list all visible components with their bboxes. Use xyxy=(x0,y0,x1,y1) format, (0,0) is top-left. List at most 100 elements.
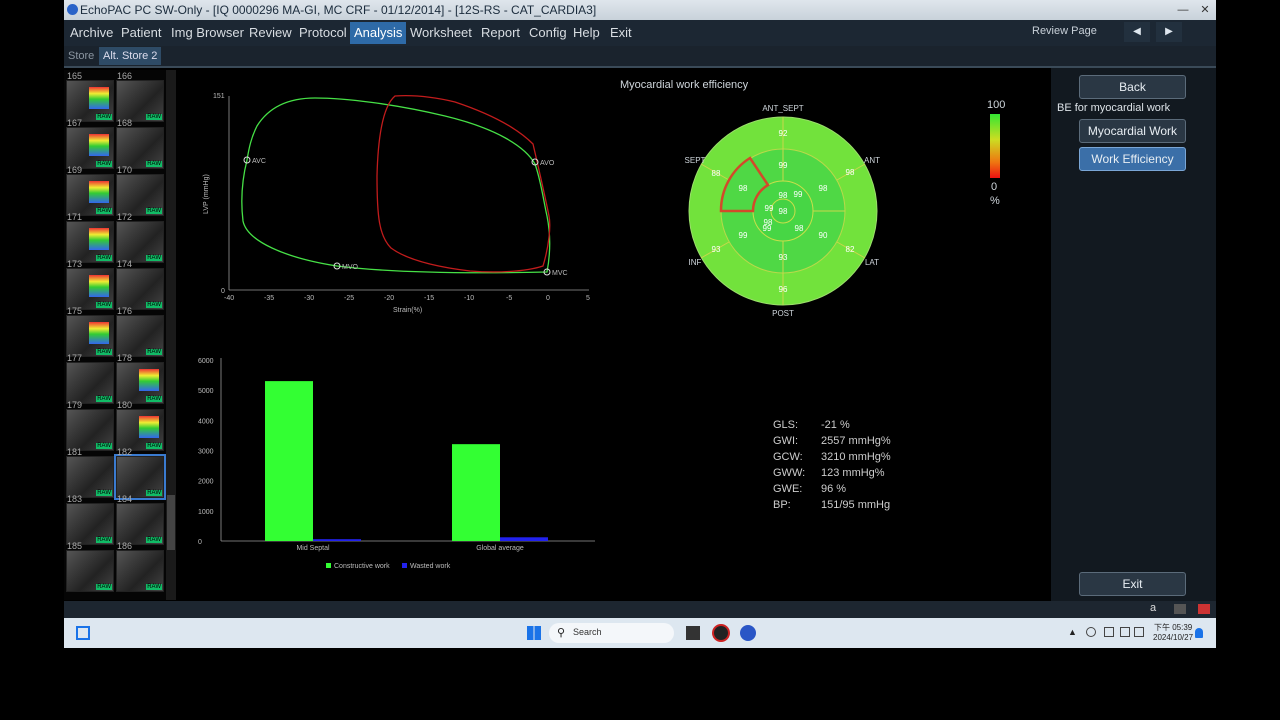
thumbnail-number: 185 xyxy=(67,541,83,551)
thumbnail[interactable]: 172 RAW xyxy=(116,212,164,263)
windows-taskbar: ⚲ Search ▲ 下午 05:39 2024/10/27 xyxy=(64,618,1216,648)
work-efficiency-button[interactable]: Work Efficiency xyxy=(1079,147,1186,171)
taskbar-search[interactable]: ⚲ Search xyxy=(549,623,674,643)
menu-config[interactable]: Config xyxy=(525,22,571,44)
menu-exit[interactable]: Exit xyxy=(606,22,636,44)
stat-label: GLS: xyxy=(773,419,799,431)
battery-icon[interactable] xyxy=(1134,627,1144,637)
raw-badge: RAW xyxy=(146,537,162,543)
segment-value: 98 xyxy=(795,224,804,233)
thumbnail-number: 179 xyxy=(67,400,83,410)
thumbnail-number: 168 xyxy=(117,118,133,128)
bar-y-tick-label: 6000 xyxy=(198,358,214,365)
work-bar-chart: 0 1000 2000 3000 4000 5000 6000 Mid Septal Glob… xyxy=(198,358,595,570)
menu-patient[interactable]: Patient xyxy=(117,22,165,44)
global-stats: GLS: -21 % GWI: 2557 mmHg% GCW: 3210 mmH… xyxy=(773,419,933,519)
bar-category-label: Global average xyxy=(476,545,524,552)
label-inf: INF xyxy=(689,258,702,267)
alt-store-button[interactable]: Alt. Store 2 xyxy=(99,47,162,65)
segment-value: 82 xyxy=(846,245,855,254)
myocardial-work-button[interactable]: Myocardial Work xyxy=(1079,119,1186,143)
pen-icon[interactable] xyxy=(1174,604,1186,614)
thumbnail[interactable]: 181 RAW xyxy=(66,447,114,498)
minimize-icon[interactable]: — xyxy=(1176,3,1190,17)
stat-label: GWW: xyxy=(773,467,806,479)
thumbnail[interactable]: 173 RAW xyxy=(66,259,114,310)
exit-button[interactable]: Exit xyxy=(1079,572,1186,596)
x-tick-label: -20 xyxy=(384,295,394,302)
back-button[interactable]: Back xyxy=(1079,75,1186,99)
language-icon[interactable] xyxy=(1120,627,1130,637)
chevron-up-icon[interactable]: ▲ xyxy=(1068,627,1077,637)
menu-report[interactable]: Report xyxy=(477,22,524,44)
bar-y-tick-label: 2000 xyxy=(198,479,214,486)
file-explorer-icon[interactable] xyxy=(686,626,700,640)
thumbnail[interactable]: 176 RAW xyxy=(116,306,164,357)
stat-value: 151/95 mmHg xyxy=(821,499,891,511)
x-tick-label: -10 xyxy=(464,295,474,302)
thumbnail[interactable]: 170 RAW xyxy=(116,165,164,216)
store-button[interactable]: Store xyxy=(64,47,98,65)
menu-protocol[interactable]: Protocol xyxy=(295,22,351,44)
thumbnail[interactable]: 174 RAW xyxy=(116,259,164,310)
menu-img-browser[interactable]: Img Browser xyxy=(167,22,248,44)
wifi-icon[interactable] xyxy=(1086,627,1096,637)
search-label: Search xyxy=(573,627,602,637)
thumbnail[interactable]: 180 RAW xyxy=(116,400,164,451)
bar-marks xyxy=(265,381,548,541)
scale-min-label: 0 xyxy=(991,181,998,193)
thumbnail[interactable]: 167 RAW xyxy=(66,118,114,169)
widgets-icon[interactable] xyxy=(76,626,90,640)
clock-date: 2024/10/27 xyxy=(1153,633,1194,642)
thumbnail[interactable]: 168 RAW xyxy=(116,118,164,169)
thumbnail[interactable]: 182 RAW xyxy=(114,447,166,500)
raw-badge: RAW xyxy=(96,490,112,496)
window-title-bar: EchoPAC PC SW-Only - [IQ 0000296 MA-GI, … xyxy=(64,0,1216,20)
raw-badge: RAW xyxy=(96,443,112,449)
bar-wasted xyxy=(500,537,548,541)
close-icon[interactable]: ✕ xyxy=(1198,3,1212,17)
speaker-icon[interactable] xyxy=(1104,627,1114,637)
raw-badge: RAW xyxy=(96,255,112,261)
thumbnail[interactable]: 177 RAW xyxy=(66,353,114,404)
thumbnail[interactable]: 166 RAW xyxy=(116,71,164,122)
x-tick-label: -30 xyxy=(304,295,314,302)
thumbnail[interactable]: 178 RAW xyxy=(116,353,164,404)
mvc-label: MVC xyxy=(552,270,568,277)
network-icon[interactable] xyxy=(1198,604,1210,614)
segment-value: 96 xyxy=(779,285,788,294)
stat-value: 2557 mmHg% xyxy=(821,435,891,447)
menu-review[interactable]: Review xyxy=(245,22,296,44)
menu-worksheet[interactable]: Worksheet xyxy=(406,22,476,44)
thumbnail[interactable]: 185 RAW xyxy=(66,541,114,592)
thumbnail[interactable]: 184 RAW xyxy=(116,494,164,545)
app-icon-echopac[interactable] xyxy=(712,624,730,642)
notification-bell-icon[interactable] xyxy=(1195,628,1203,638)
thumbnail[interactable]: 183 RAW xyxy=(66,494,114,545)
thumbnail-number: 165 xyxy=(67,71,83,81)
thumbnail[interactable]: 165 RAW xyxy=(66,71,114,122)
segment-value: 90 xyxy=(819,231,828,240)
x-tick-label: -5 xyxy=(506,295,512,302)
scrollbar-thumb[interactable] xyxy=(167,495,175,550)
ge-icon[interactable] xyxy=(740,625,756,641)
menu-analysis[interactable]: Analysis xyxy=(350,22,407,44)
next-page-button[interactable]: ▶ xyxy=(1156,22,1182,42)
thumbnail[interactable]: 169 RAW xyxy=(66,165,114,216)
start-icon[interactable] xyxy=(527,626,541,640)
menu-help[interactable]: Help xyxy=(569,22,604,44)
thumbnail-number: 169 xyxy=(67,165,83,175)
thumbnail[interactable]: 186 RAW xyxy=(116,541,164,592)
thumbnail-number: 184 xyxy=(117,494,133,504)
menu-archive[interactable]: Archive xyxy=(66,22,117,44)
prev-page-button[interactable]: ◀ xyxy=(1124,22,1150,42)
thumbnail[interactable]: 179 RAW xyxy=(66,400,114,451)
x-tick-label: -35 xyxy=(264,295,274,302)
segment-value: 92 xyxy=(779,129,788,138)
thumbnail[interactable]: 171 RAW xyxy=(66,212,114,263)
thumbnail[interactable]: 175 RAW xyxy=(66,306,114,357)
app-icon xyxy=(67,4,78,15)
segment-value: 99 xyxy=(739,231,748,240)
raw-badge: RAW xyxy=(146,396,162,402)
thumbnail-number: 170 xyxy=(117,165,133,175)
